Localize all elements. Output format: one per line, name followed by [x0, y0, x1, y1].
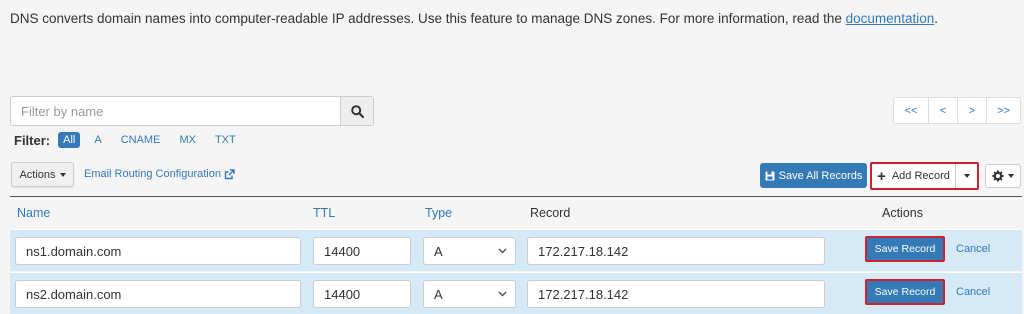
gear-icon	[992, 170, 1004, 182]
caret-down-icon	[1008, 174, 1014, 178]
documentation-link[interactable]: documentation	[846, 11, 935, 26]
record-value-input[interactable]: 172.217.18.142	[527, 280, 825, 308]
record-type-select[interactable]: A	[423, 280, 516, 308]
prev-page-button[interactable]: <	[928, 98, 957, 123]
filter-cname[interactable]: CNAME	[116, 132, 166, 148]
email-routing-link[interactable]: Email Routing Configuration	[84, 168, 235, 180]
cancel-link[interactable]: Cancel	[956, 243, 990, 255]
search-box	[10, 96, 374, 126]
column-header-ttl[interactable]: TTL	[313, 206, 335, 220]
record-name-input[interactable]: ns1.domain.com	[15, 237, 301, 265]
filter-txt[interactable]: TXT	[210, 132, 241, 148]
pagination: << < > >>	[893, 97, 1021, 124]
filter-all[interactable]: All	[58, 132, 81, 148]
record-ttl-input[interactable]: 14400	[313, 280, 411, 308]
save-all-records-button[interactable]: Save All Records	[760, 163, 867, 188]
record-value-input[interactable]: 172.217.18.142	[527, 237, 825, 265]
caret-down-icon	[59, 172, 66, 177]
chevron-down-icon	[498, 291, 507, 297]
external-link-icon	[224, 168, 235, 179]
column-header-actions: Actions	[882, 206, 923, 220]
record-name-input[interactable]: ns2.domain.com	[15, 280, 301, 308]
table-header-divider	[10, 196, 1022, 197]
record-type-select[interactable]: A	[423, 237, 516, 265]
plus-icon: +	[877, 167, 886, 185]
intro-text: DNS converts domain names into computer-…	[10, 11, 938, 26]
filter-mx[interactable]: MX	[174, 132, 201, 148]
filter-label: Filter:	[14, 132, 51, 148]
chevron-down-icon	[498, 248, 507, 254]
settings-dropdown-button[interactable]	[985, 164, 1021, 188]
record-ttl-input[interactable]: 14400	[313, 237, 411, 265]
search-icon	[350, 104, 364, 118]
actions-dropdown-button[interactable]: Actions	[11, 162, 74, 187]
first-page-button[interactable]: <<	[894, 98, 928, 123]
search-button[interactable]	[340, 97, 373, 125]
caret-down-icon	[963, 174, 970, 178]
search-input[interactable]	[11, 97, 340, 125]
cancel-link[interactable]: Cancel	[956, 286, 990, 298]
filter-bar: Filter: All A CNAME MX TXT	[14, 132, 250, 148]
save-record-button[interactable]: Save Record	[865, 236, 945, 262]
column-header-name[interactable]: Name	[17, 206, 50, 220]
column-header-type[interactable]: Type	[425, 206, 452, 220]
next-page-button[interactable]: >	[957, 98, 986, 123]
save-record-button[interactable]: Save Record	[865, 279, 945, 305]
last-page-button[interactable]: >>	[986, 98, 1020, 123]
column-header-record: Record	[530, 206, 571, 220]
add-record-button[interactable]: + Add Record	[872, 164, 955, 188]
add-record-dropdown-toggle[interactable]	[955, 164, 977, 188]
floppy-disk-icon	[765, 171, 775, 180]
add-record-button-group: + Add Record	[870, 162, 979, 190]
filter-a[interactable]: A	[89, 132, 106, 148]
